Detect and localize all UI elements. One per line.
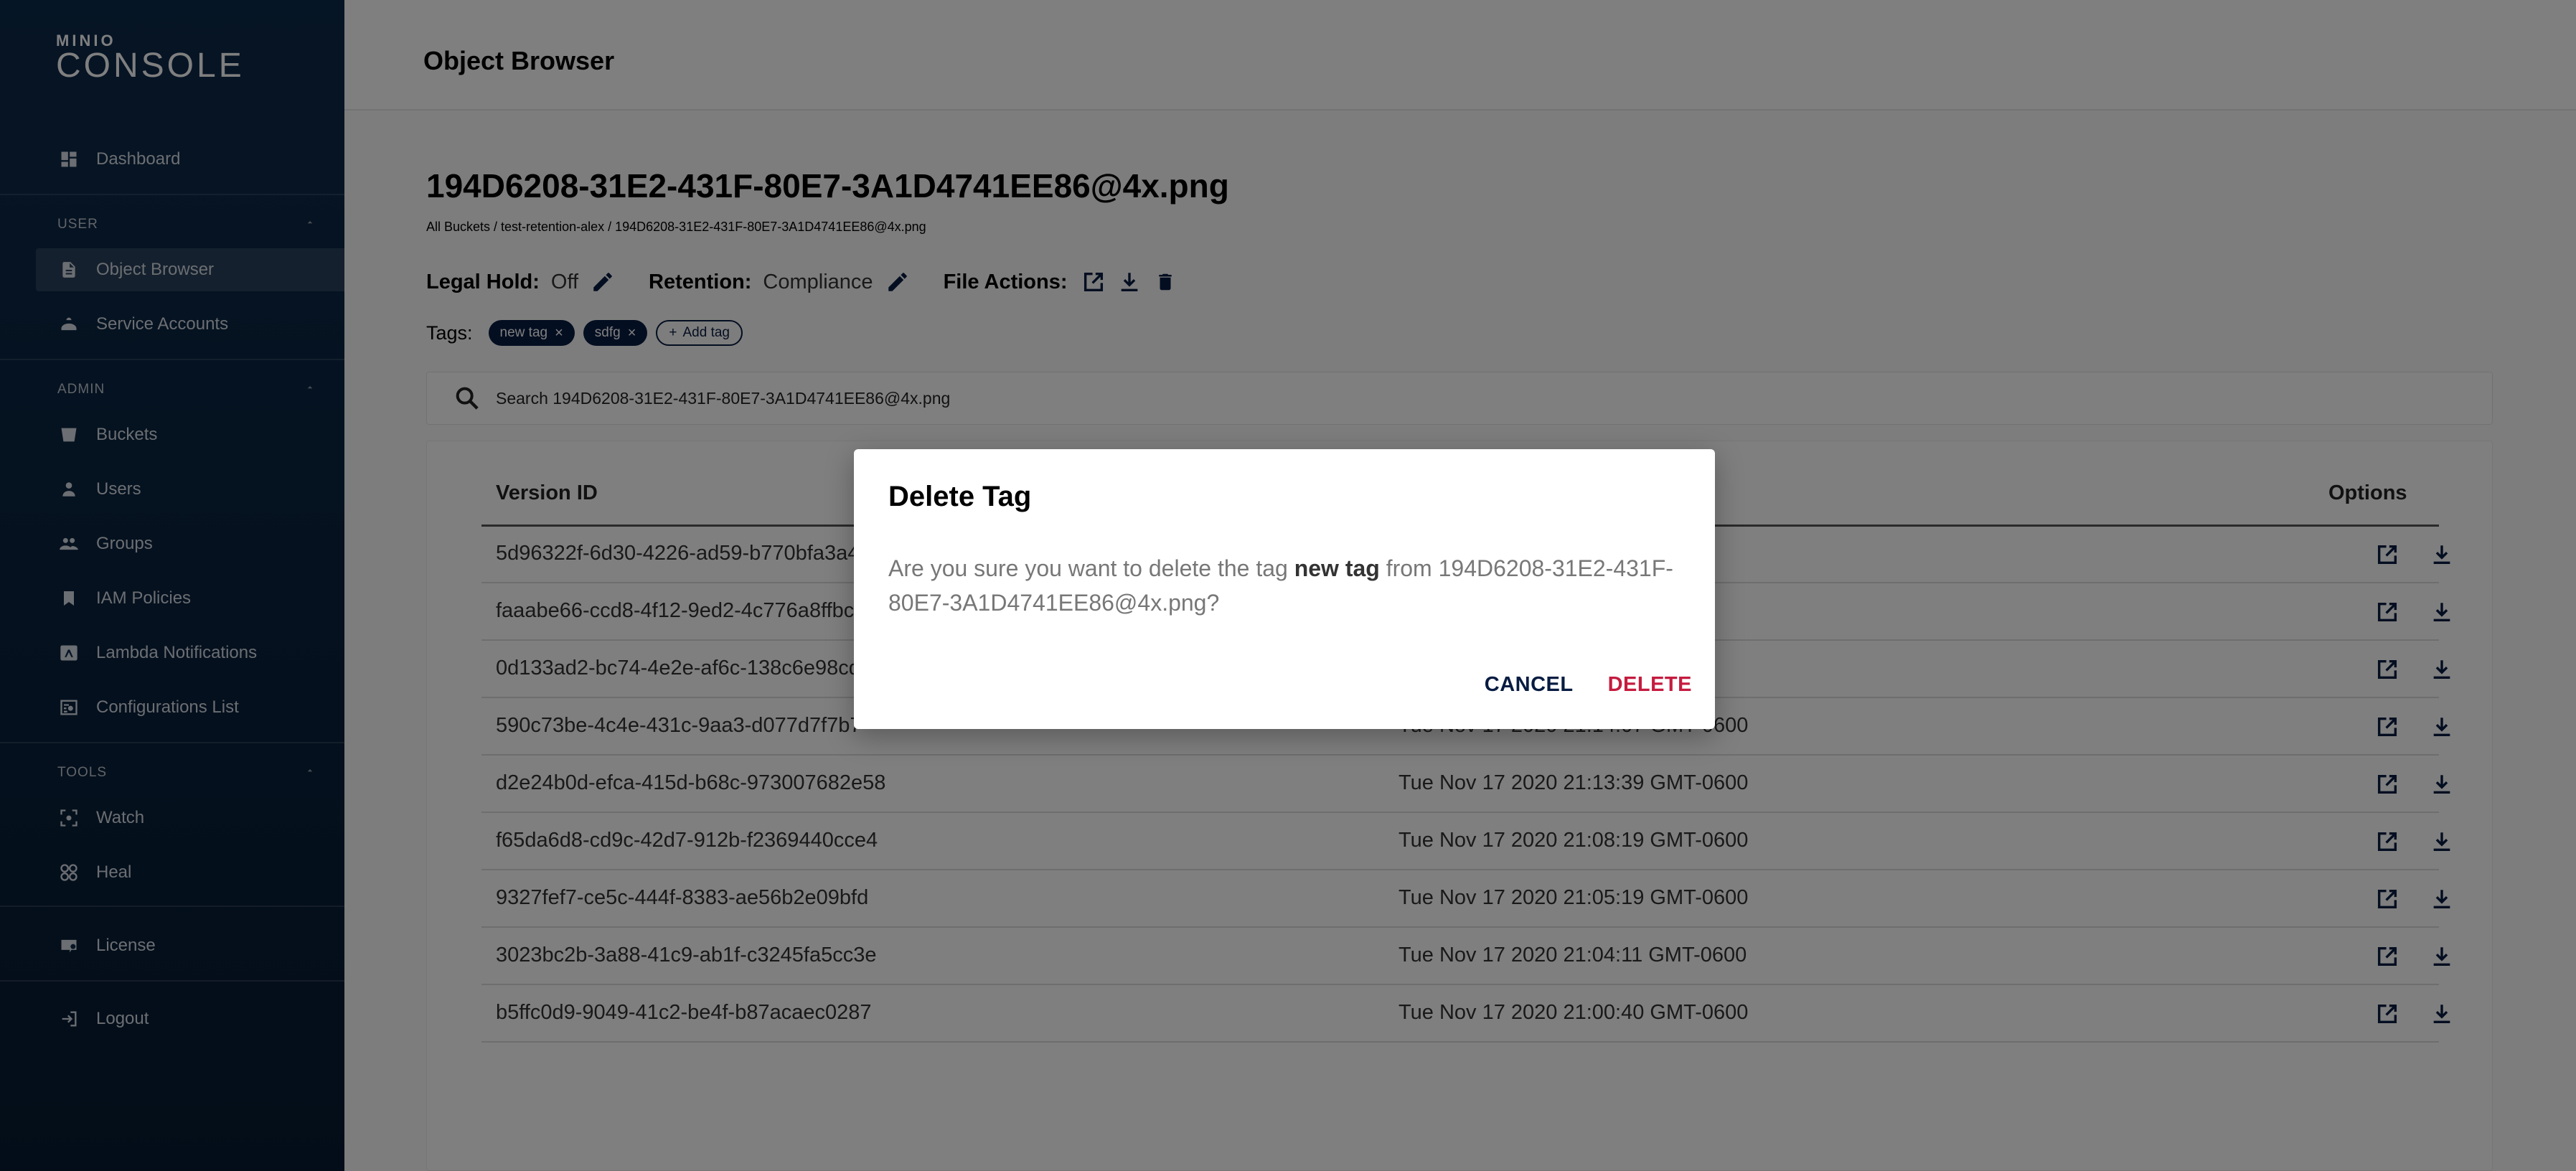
- dialog-title: Delete Tag: [888, 481, 1032, 512]
- delete-tag-dialog: Delete Tag Are you sure you want to dele…: [854, 449, 1715, 729]
- dialog-actions: CANCEL DELETE: [1485, 673, 1692, 697]
- delete-button[interactable]: DELETE: [1608, 673, 1692, 697]
- dialog-message-prefix: Are you sure you want to delete the tag: [888, 555, 1294, 581]
- dialog-message-tag: new tag: [1294, 555, 1380, 581]
- dialog-message: Are you sure you want to delete the tag …: [888, 551, 1685, 620]
- cancel-button[interactable]: CANCEL: [1485, 673, 1574, 697]
